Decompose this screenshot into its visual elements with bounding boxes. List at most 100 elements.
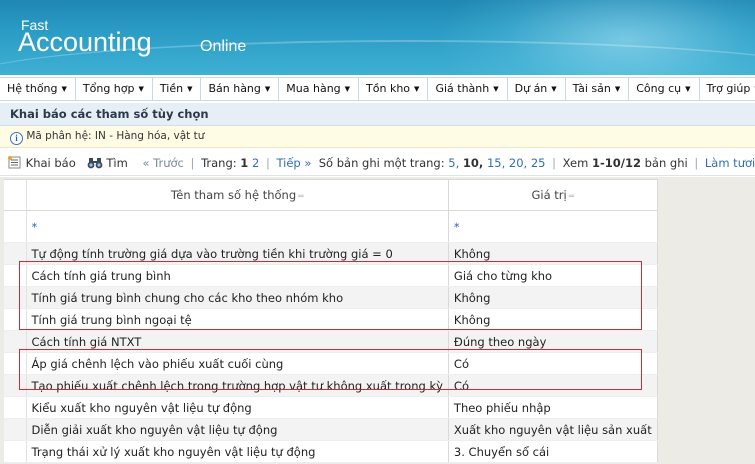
separator: | (552, 156, 557, 170)
page-size-label: Số bản ghi một trang: (318, 156, 445, 170)
chevron-down-icon: ▼ (614, 85, 621, 93)
param-value-cell: Đúng theo ngày (448, 330, 658, 353)
param-value-cell: 3. Chuyển sổ cái (448, 440, 658, 463)
separator: | (265, 156, 270, 170)
column-header-value[interactable]: Giá trị ═ (448, 179, 658, 211)
menu-label: Công cụ (636, 82, 682, 95)
menu-ban-hang[interactable]: Bán hàng ▼ (201, 78, 280, 100)
prev-page-link[interactable]: « Trước (142, 156, 183, 170)
grid-container: Tên tham số hệ thống ═ Giá trị ═ * * Tự độ… (0, 177, 755, 464)
chevron-down-icon: ▼ (61, 85, 67, 93)
menu-du-an[interactable]: Dự án ▼ (508, 78, 566, 100)
info-icon: i (10, 132, 23, 145)
declare-button[interactable]: Khai báo (8, 156, 79, 170)
column-header-label: Giá trị (531, 188, 567, 202)
menu-mua-hang[interactable]: Mua hàng ▼ (279, 78, 360, 100)
table-row[interactable]: Tự động tính trường giá dựa vào trường t… (4, 242, 658, 265)
param-value-cell: Không (448, 286, 658, 309)
menu-label: Bán hàng (208, 82, 261, 95)
binoculars-icon (87, 152, 103, 178)
row-selector (4, 440, 27, 463)
param-name-cell: Tính giá trung bình ngoại tệ (26, 308, 449, 331)
current-page: 1 (240, 156, 249, 170)
param-value-cell: Không (448, 242, 658, 265)
declare-label: Khai báo (25, 156, 76, 170)
param-value-cell: Không (448, 308, 658, 331)
table-row[interactable]: Cách tính giá NTXT Đúng theo ngày (4, 330, 658, 353)
separator: | (190, 156, 195, 170)
row-selector (4, 308, 27, 331)
view-range: 1-10/12 (591, 156, 641, 170)
param-name-cell: Kiểu xuất kho nguyên vật liệu tự động (26, 396, 449, 419)
param-name-cell: Tự động tính trường giá dựa vào trường t… (26, 242, 449, 265)
refresh-link[interactable]: Làm tươi (705, 156, 755, 170)
parameters-table: Tên tham số hệ thống ═ Giá trị ═ * * Tự độ… (4, 179, 658, 463)
param-name-cell: Tính giá trung bình chung cho các kho th… (26, 286, 449, 309)
menu-cong-cu[interactable]: Công cụ ▼ (629, 78, 700, 100)
param-name-cell: Cách tính giá trung bình (26, 264, 449, 287)
column-header-label: Tên tham số hệ thống (170, 188, 297, 202)
filter-value-cell[interactable]: * (448, 210, 658, 243)
menu-he-thong[interactable]: Hệ thống ▼ (0, 78, 76, 100)
row-selector-header (4, 179, 27, 211)
column-header-name[interactable]: Tên tham số hệ thống ═ (26, 179, 449, 211)
filter-name-cell[interactable]: * (26, 210, 449, 243)
sort-icon: ═ (568, 192, 575, 202)
page-size-5[interactable]: 5, (448, 156, 459, 170)
menu-label: Tiền (159, 82, 184, 95)
row-selector (4, 264, 27, 287)
page-size-25[interactable]: 25 (531, 156, 546, 170)
logo-accounting-text: Accounting (18, 27, 152, 57)
chevron-down-icon: ▼ (187, 85, 193, 93)
sort-icon: ═ (298, 192, 304, 202)
module-info-bar: i Mã phân hệ: IN - Hàng hóa, vật tư (0, 126, 755, 148)
records-label: bản ghi (644, 156, 688, 170)
param-name-cell: Cách tính giá NTXT (26, 330, 449, 353)
menu-label: Tổng hợp (82, 82, 135, 95)
menu-label: Hệ thống (7, 82, 58, 95)
table-row[interactable]: Diễn giải xuất kho nguyên vật liệu tự độ… (4, 418, 658, 441)
table-row[interactable]: Kiểu xuất kho nguyên vật liệu tự động Th… (4, 396, 658, 419)
chevron-down-icon: ▼ (551, 85, 557, 93)
chevron-down-icon: ▼ (493, 85, 499, 93)
menu-tong-hop[interactable]: Tổng hợp ▼ (76, 78, 153, 100)
menu-ton-kho[interactable]: Tồn kho ▼ (359, 78, 429, 100)
param-name-cell: Áp giá chênh lệch vào phiếu xuất cuối cù… (26, 352, 449, 375)
menu-label: Trợ giúp (706, 82, 751, 95)
menu-label: Tài sản (572, 82, 611, 95)
param-value-cell: Giá cho từng kho (448, 264, 658, 287)
param-value-cell: Theo phiếu nhập (448, 396, 658, 419)
menu-tai-san[interactable]: Tài sản ▼ (566, 78, 630, 100)
table-row[interactable]: Tính giá trung bình chung cho các kho th… (4, 286, 658, 309)
table-row[interactable]: Cách tính giá trung bình Giá cho từng kh… (4, 264, 658, 287)
chevron-down-icon: ▼ (138, 85, 144, 93)
menu-tro-giup[interactable]: Trợ giúp▼ (700, 78, 755, 100)
table-row[interactable]: Tính giá trung bình ngoại tệ Không (4, 308, 658, 331)
row-selector (4, 330, 27, 353)
menu-label: Giá thành (435, 82, 490, 95)
view-label: Xem (562, 156, 589, 170)
menu-gia-thanh[interactable]: Giá thành ▼ (428, 78, 508, 100)
page-size-15[interactable]: 15, (487, 156, 505, 170)
param-value-cell: Xuất kho nguyên vật liệu sản xuất (448, 418, 658, 441)
row-selector (4, 396, 27, 419)
next-page-link[interactable]: Tiếp » (276, 156, 311, 170)
chevron-down-icon: ▼ (344, 85, 351, 93)
grid-toolbar: Khai báo Tìm « Trước | Trang: 1 2 | Tiếp… (0, 150, 755, 176)
page-2-link[interactable]: 2 (252, 156, 259, 170)
find-button[interactable]: Tìm (87, 156, 132, 170)
menu-tien[interactable]: Tiền ▼ (153, 78, 202, 100)
param-name-cell: Tạo phiếu xuất chênh lệch trong trường h… (26, 374, 449, 397)
row-selector (4, 374, 27, 397)
page-title: Khai báo các tham số tùy chọn (0, 103, 755, 126)
param-name-cell: Diễn giải xuất kho nguyên vật liệu tự độ… (26, 418, 449, 441)
page-size-20[interactable]: 20, (509, 156, 527, 170)
table-row[interactable]: Áp giá chênh lệch vào phiếu xuất cuối cù… (4, 352, 658, 375)
separator: | (694, 156, 699, 170)
param-value-cell: Có (448, 352, 658, 375)
table-row[interactable]: Trạng thái xử lý xuất kho nguyên vật liệ… (4, 440, 658, 463)
chevron-down-icon: ▼ (414, 85, 420, 93)
chevron-down-icon: ▼ (685, 85, 691, 93)
table-row[interactable]: Tạo phiếu xuất chênh lệch trong trường h… (4, 374, 658, 397)
find-label: Tìm (106, 156, 128, 170)
